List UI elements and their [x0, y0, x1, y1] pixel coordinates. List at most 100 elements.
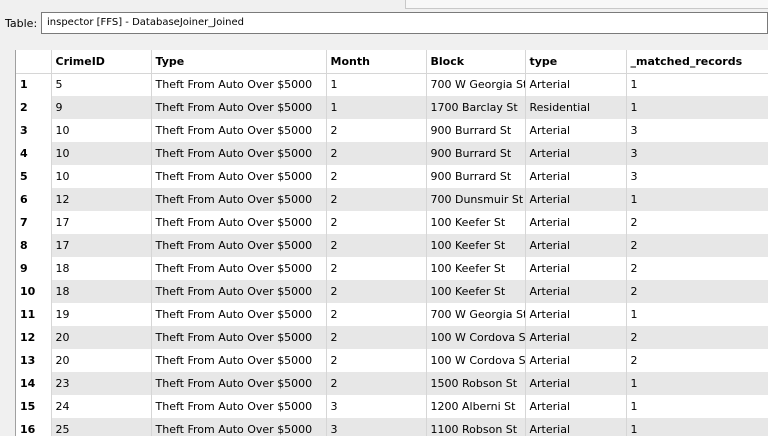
crimeid-cell[interactable]: 20 — [51, 326, 152, 349]
table-row[interactable]: 13 20 Theft From Auto Over $5000 2 100 W Cor… — [16, 349, 768, 372]
road-type-cell[interactable]: Arterial — [525, 257, 627, 280]
road-type-cell[interactable]: Arterial — [525, 372, 627, 395]
table-row[interactable]: 16 25 Theft From Auto Over $5000 3 1100 Robs… — [16, 418, 768, 436]
crimeid-cell[interactable]: 17 — [51, 234, 152, 257]
road-type-cell[interactable]: Arterial — [525, 234, 627, 257]
road-type-cell[interactable]: Arterial — [525, 211, 627, 234]
table-selector-field[interactable]: inspector [FFS] - DatabaseJoiner_Joined — [41, 12, 768, 34]
column-header-crimeid[interactable]: CrimeID — [51, 50, 152, 74]
road-type-cell[interactable]: Arterial — [525, 165, 627, 188]
column-header-type[interactable]: Type — [151, 50, 327, 74]
crimeid-cell[interactable]: 19 — [51, 303, 152, 326]
month-cell[interactable]: 2 — [326, 280, 427, 303]
row-number[interactable]: 1 — [16, 73, 52, 96]
road-type-cell[interactable]: Arterial — [525, 188, 627, 211]
month-cell[interactable]: 2 — [326, 326, 427, 349]
matched-records-cell[interactable]: 2 — [626, 234, 768, 257]
row-number[interactable]: 10 — [16, 280, 52, 303]
month-cell[interactable]: 3 — [326, 395, 427, 418]
month-cell[interactable]: 2 — [326, 234, 427, 257]
road-type-cell[interactable]: Arterial — [525, 349, 627, 372]
month-cell[interactable]: 2 — [326, 303, 427, 326]
type-cell[interactable]: Theft From Auto Over $5000 — [151, 142, 327, 165]
month-cell[interactable]: 1 — [326, 73, 427, 96]
table-row[interactable]: 14 23 Theft From Auto Over $5000 2 1500 Robs… — [16, 372, 768, 395]
type-cell[interactable]: Theft From Auto Over $5000 — [151, 257, 327, 280]
table-row[interactable]: 2 9 Theft From Auto Over $5000 1 1700 Barcla… — [16, 96, 768, 119]
row-number[interactable]: 6 — [16, 188, 52, 211]
road-type-cell[interactable]: Arterial — [525, 418, 627, 436]
column-header-matched-records[interactable]: _matched_records — [626, 50, 768, 74]
matched-records-cell[interactable]: 2 — [626, 326, 768, 349]
month-cell[interactable]: 2 — [326, 188, 427, 211]
column-header-month[interactable]: Month — [326, 50, 427, 74]
type-cell[interactable]: Theft From Auto Over $5000 — [151, 418, 327, 436]
month-cell[interactable]: 2 — [326, 257, 427, 280]
matched-records-cell[interactable]: 1 — [626, 372, 768, 395]
crimeid-cell[interactable]: 17 — [51, 211, 152, 234]
type-cell[interactable]: Theft From Auto Over $5000 — [151, 211, 327, 234]
crimeid-cell[interactable]: 5 — [51, 73, 152, 96]
matched-records-cell[interactable]: 1 — [626, 73, 768, 96]
block-cell[interactable]: 900 Burrard St — [426, 165, 526, 188]
crimeid-cell[interactable]: 10 — [51, 165, 152, 188]
type-cell[interactable]: Theft From Auto Over $5000 — [151, 326, 327, 349]
column-header-block[interactable]: Block — [426, 50, 526, 74]
road-type-cell[interactable]: Arterial — [525, 280, 627, 303]
type-cell[interactable]: Theft From Auto Over $5000 — [151, 96, 327, 119]
row-number[interactable]: 4 — [16, 142, 52, 165]
row-number[interactable]: 13 — [16, 349, 52, 372]
type-cell[interactable]: Theft From Auto Over $5000 — [151, 119, 327, 142]
road-type-cell[interactable]: Arterial — [525, 142, 627, 165]
row-number[interactable]: 5 — [16, 165, 52, 188]
crimeid-cell[interactable]: 10 — [51, 142, 152, 165]
table-row[interactable]: 10 18 Theft From Auto Over $5000 2 100 Keefe… — [16, 280, 768, 303]
block-cell[interactable]: 700 Dunsmuir St — [426, 188, 526, 211]
month-cell[interactable]: 2 — [326, 165, 427, 188]
type-cell[interactable]: Theft From Auto Over $5000 — [151, 303, 327, 326]
road-type-cell[interactable]: Arterial — [525, 395, 627, 418]
matched-records-cell[interactable]: 2 — [626, 211, 768, 234]
row-number[interactable]: 14 — [16, 372, 52, 395]
row-number-header[interactable] — [16, 50, 52, 74]
matched-records-cell[interactable]: 3 — [626, 142, 768, 165]
month-cell[interactable]: 2 — [326, 349, 427, 372]
block-cell[interactable]: 700 W Georgia St — [426, 73, 526, 96]
crimeid-cell[interactable]: 12 — [51, 188, 152, 211]
type-cell[interactable]: Theft From Auto Over $5000 — [151, 188, 327, 211]
crimeid-cell[interactable]: 23 — [51, 372, 152, 395]
table-row[interactable]: 4 10 Theft From Auto Over $5000 2 900 Burrar… — [16, 142, 768, 165]
table-row[interactable]: 11 19 Theft From Auto Over $5000 2 700 W Geo… — [16, 303, 768, 326]
matched-records-cell[interactable]: 3 — [626, 119, 768, 142]
road-type-cell[interactable]: Residential — [525, 96, 627, 119]
table-row[interactable]: 12 20 Theft From Auto Over $5000 2 100 W Cor… — [16, 326, 768, 349]
matched-records-cell[interactable]: 1 — [626, 188, 768, 211]
crimeid-cell[interactable]: 18 — [51, 257, 152, 280]
row-number[interactable]: 11 — [16, 303, 52, 326]
month-cell[interactable]: 2 — [326, 142, 427, 165]
matched-records-cell[interactable]: 2 — [626, 257, 768, 280]
row-number[interactable]: 2 — [16, 96, 52, 119]
block-cell[interactable]: 1700 Barclay St — [426, 96, 526, 119]
month-cell[interactable]: 2 — [326, 211, 427, 234]
crimeid-cell[interactable]: 20 — [51, 349, 152, 372]
month-cell[interactable]: 2 — [326, 119, 427, 142]
block-cell[interactable]: 1200 Alberni St — [426, 395, 526, 418]
block-cell[interactable]: 100 Keefer St — [426, 257, 526, 280]
row-number[interactable]: 7 — [16, 211, 52, 234]
table-row[interactable]: 8 17 Theft From Auto Over $5000 2 100 Keefer… — [16, 234, 768, 257]
matched-records-cell[interactable]: 1 — [626, 418, 768, 436]
table-row[interactable]: 3 10 Theft From Auto Over $5000 2 900 Burrar… — [16, 119, 768, 142]
type-cell[interactable]: Theft From Auto Over $5000 — [151, 395, 327, 418]
type-cell[interactable]: Theft From Auto Over $5000 — [151, 73, 327, 96]
road-type-cell[interactable]: Arterial — [525, 119, 627, 142]
block-cell[interactable]: 100 W Cordova St — [426, 349, 526, 372]
matched-records-cell[interactable]: 1 — [626, 96, 768, 119]
block-cell[interactable]: 1100 Robson St — [426, 418, 526, 436]
type-cell[interactable]: Theft From Auto Over $5000 — [151, 234, 327, 257]
matched-records-cell[interactable]: 3 — [626, 165, 768, 188]
matched-records-cell[interactable]: 1 — [626, 395, 768, 418]
table-row[interactable]: 5 10 Theft From Auto Over $5000 2 900 Burrar… — [16, 165, 768, 188]
block-cell[interactable]: 1500 Robson St — [426, 372, 526, 395]
block-cell[interactable]: 100 Keefer St — [426, 234, 526, 257]
